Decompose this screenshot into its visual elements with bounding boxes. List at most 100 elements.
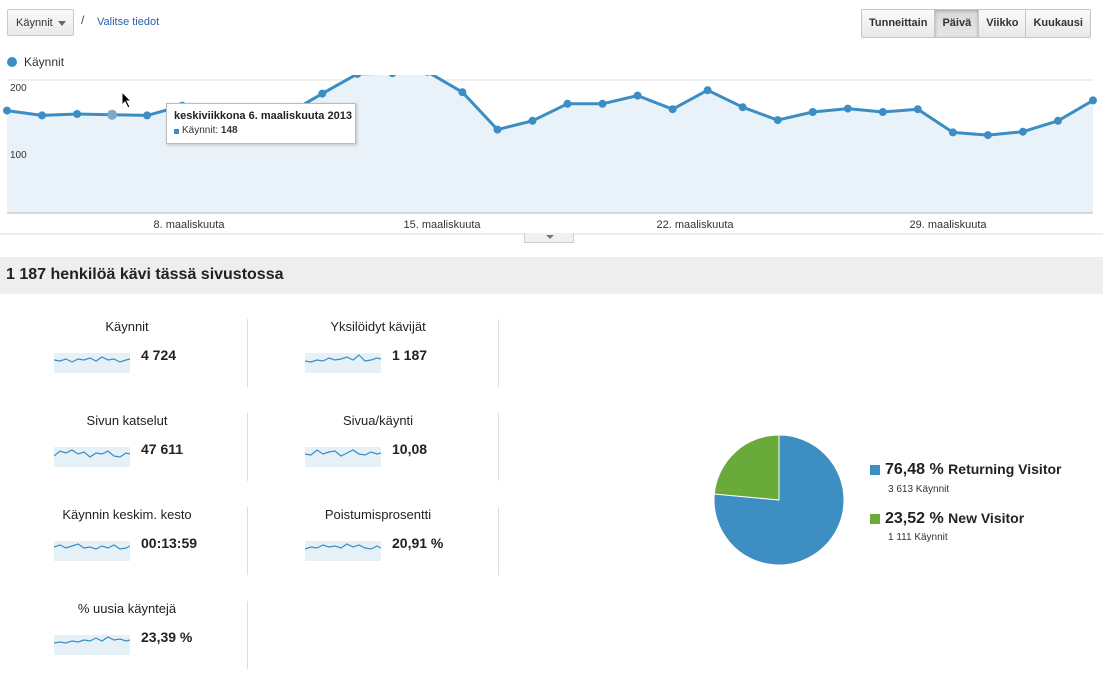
visits-chart[interactable]: 200 100 8. maaliskuuta 15. maaliskuuta 2… <box>0 75 1103 235</box>
legend-swatch-returning-icon <box>870 465 880 475</box>
sparkline-icon <box>54 353 130 373</box>
metric-name: Käynnit <box>105 319 149 334</box>
metric-value: 23,39 % <box>141 629 193 645</box>
chart-tooltip: keskiviikkona 6. maaliskuuta 2013 Käynni… <box>166 103 356 144</box>
legend-label: Käynnit <box>24 55 65 69</box>
data-point[interactable] <box>3 106 11 115</box>
metric-select-value: Käynnit <box>16 17 53 29</box>
data-point[interactable] <box>493 125 502 134</box>
data-point[interactable] <box>738 103 747 112</box>
metric-value: 1 187 <box>392 347 428 363</box>
data-point[interactable] <box>458 88 467 97</box>
pie-legend-returning: 76,48 % Returning Visitor <box>885 461 1061 479</box>
metric-value: 00:13:59 <box>141 535 198 551</box>
y-tick-label: 200 <box>10 83 27 94</box>
chevron-down-icon <box>58 21 66 26</box>
sparkline-icon <box>305 447 381 467</box>
period-month-button[interactable]: Kuukausi <box>1026 10 1090 37</box>
metric-name: Käynnin keskim. kesto <box>62 507 192 522</box>
x-tick-label: 15. maaliskuuta <box>403 219 481 231</box>
data-point[interactable] <box>318 89 327 98</box>
breadcrumb-separator: / <box>81 13 85 27</box>
data-point[interactable] <box>38 111 46 120</box>
metric-value: 47 611 <box>141 441 184 457</box>
metric-value: 10,08 <box>392 441 428 457</box>
metric-card-pages-per-visit[interactable]: Sivua/käynti 10,08 <box>258 413 498 483</box>
sparkline-icon <box>305 353 381 373</box>
x-tick-label: 29. maaliskuuta <box>909 219 987 231</box>
data-point[interactable] <box>1089 96 1097 105</box>
series-area <box>7 75 1093 213</box>
period-day-button[interactable]: Päivä <box>935 10 980 37</box>
pie-legend-sub: 3 613 Käynnit <box>888 484 950 495</box>
period-selector: Tunneittain Päivä Viikko Kuukausi <box>861 9 1091 38</box>
divider <box>247 413 248 481</box>
tooltip-swatch-icon <box>174 129 179 134</box>
divider <box>247 319 248 387</box>
sparkline-icon <box>54 447 130 467</box>
metric-card-visits[interactable]: Käynnit 4 724 <box>7 319 247 389</box>
pie-legend-label: New Visitor <box>948 510 1025 526</box>
select-data-link[interactable]: Valitse tiedot <box>97 16 159 28</box>
tooltip-metric: Käynnit: <box>182 125 219 136</box>
expand-chart-handle[interactable] <box>524 233 574 243</box>
data-point[interactable] <box>1018 127 1027 136</box>
x-tick-label: 22. maaliskuuta <box>656 219 734 231</box>
data-point[interactable] <box>773 116 782 125</box>
tooltip-date: keskiviikkona 6. maaliskuuta 2013 <box>174 110 352 122</box>
period-week-button[interactable]: Viikko <box>979 10 1027 37</box>
metric-card-bounce-rate[interactable]: Poistumisprosentti 20,91 % <box>258 507 498 577</box>
divider <box>498 507 499 575</box>
metric-name: Poistumisprosentti <box>324 507 432 522</box>
divider <box>498 413 499 481</box>
pie-legend-percent: 23,52 % <box>885 510 944 527</box>
data-point[interactable] <box>528 116 537 125</box>
data-point[interactable] <box>948 128 957 137</box>
metric-name: Sivua/käynti <box>342 413 414 428</box>
metric-value: 4 724 <box>141 347 177 363</box>
summary-header: 1 187 henkilöä kävi tässä sivustossa <box>0 257 1103 294</box>
summary-title: 1 187 henkilöä kävi tässä sivustossa <box>6 266 284 283</box>
pie-legend-sub: 1 111 Käynnit <box>888 532 948 543</box>
data-point[interactable] <box>107 109 118 120</box>
pie-legend-new: 23,52 % New Visitor <box>885 510 1024 528</box>
sparkline-icon <box>54 635 130 655</box>
sparkline-icon <box>54 541 130 561</box>
data-point[interactable] <box>73 110 82 118</box>
metric-card-unique-visitors[interactable]: Yksilöidyt kävijät 1 187 <box>258 319 498 389</box>
data-point[interactable] <box>668 105 677 114</box>
data-point[interactable] <box>563 99 572 108</box>
y-tick-label: 100 <box>10 150 27 161</box>
data-point[interactable] <box>843 104 852 113</box>
divider <box>247 507 248 575</box>
pie-legend-percent: 76,48 % <box>885 461 944 478</box>
data-point[interactable] <box>703 86 712 95</box>
metric-name: % uusia käyntejä <box>77 601 177 616</box>
data-point[interactable] <box>143 111 152 120</box>
period-hourly-button[interactable]: Tunneittain <box>862 10 936 37</box>
metric-select[interactable]: Käynnit <box>7 9 74 36</box>
divider <box>247 601 248 669</box>
tooltip-value-line: Käynnit: 148 <box>182 125 238 136</box>
sparkline-icon <box>305 541 381 561</box>
data-point[interactable] <box>983 131 992 140</box>
tooltip-value: 148 <box>220 125 238 136</box>
divider <box>498 319 499 387</box>
metric-card-avg-duration[interactable]: Käynnin keskim. kesto 00:13:59 <box>7 507 247 577</box>
metric-value: 20,91 % <box>392 535 444 551</box>
metric-card-new-visits[interactable]: % uusia käyntejä 23,39 % <box>7 601 247 671</box>
data-point[interactable] <box>598 99 607 108</box>
legend-dot-icon <box>7 57 17 67</box>
data-point[interactable] <box>913 105 922 114</box>
x-tick-label: 8. maaliskuuta <box>154 219 226 231</box>
data-point[interactable] <box>1054 116 1062 125</box>
metric-name: Sivun katselut <box>86 413 168 428</box>
pie-slice-new[interactable] <box>713 434 780 501</box>
data-point[interactable] <box>878 108 887 116</box>
mouse-cursor-icon <box>121 91 133 109</box>
legend-swatch-new-icon <box>870 514 880 524</box>
data-point[interactable] <box>808 108 817 116</box>
metric-card-pageviews[interactable]: Sivun katselut 47 611 <box>7 413 247 483</box>
data-point[interactable] <box>633 91 642 100</box>
visitor-type-pie-chart[interactable] <box>712 433 846 567</box>
